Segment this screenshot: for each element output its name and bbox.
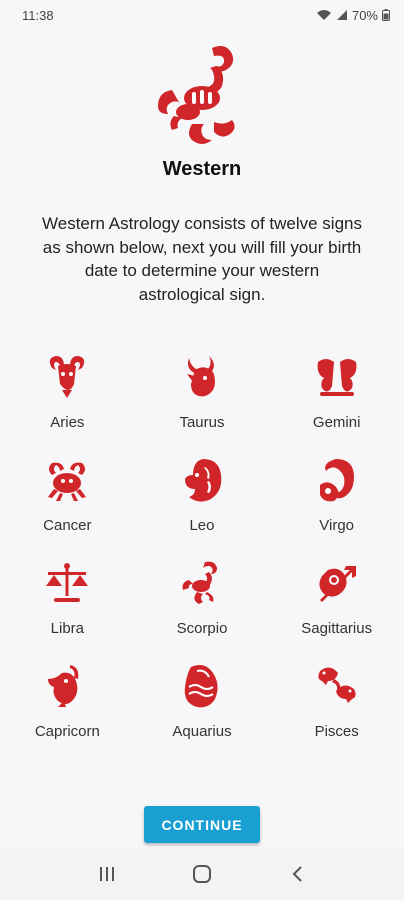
- capricorn-icon: [48, 665, 79, 707]
- signal-icon: [336, 10, 347, 20]
- libra-icon: [46, 563, 89, 602]
- continue-button[interactable]: CONTINUE: [144, 806, 260, 843]
- home-icon: [192, 865, 211, 883]
- page-title: Western: [162, 158, 242, 180]
- home-button[interactable]: [182, 854, 222, 894]
- sign-aquarius[interactable]: Aquarius: [135, 659, 270, 762]
- sign-capricorn[interactable]: Capricorn: [0, 659, 135, 762]
- description-text: Western Astrology consists of twelve sig…: [42, 214, 362, 304]
- sign-label: Aquarius: [172, 723, 232, 740]
- back-button[interactable]: [277, 854, 317, 894]
- battery-icon: [382, 9, 390, 21]
- gemini-icon: [317, 359, 357, 396]
- virgo-icon: [319, 459, 354, 502]
- sign-leo[interactable]: Leo: [135, 453, 270, 556]
- leo-icon: [184, 459, 222, 502]
- sign-taurus[interactable]: Taurus: [135, 350, 270, 453]
- sign-label: Virgo: [319, 517, 355, 534]
- sign-label: Pisces: [314, 723, 359, 740]
- sign-pisces[interactable]: Pisces: [269, 659, 404, 762]
- sign-label: Libra: [50, 620, 84, 637]
- sign-label: Taurus: [179, 414, 225, 431]
- wifi-icon: [316, 10, 331, 20]
- battery-percent: 70%: [351, 7, 378, 23]
- scorpion-icon: [158, 46, 235, 144]
- status-bar: 11:38 70%: [0, 0, 404, 30]
- hero: Western: [0, 40, 404, 181]
- sign-label: Sagittarius: [301, 620, 373, 637]
- sign-label: Gemini: [312, 414, 361, 431]
- sign-sagittarius[interactable]: Sagittarius: [269, 556, 404, 659]
- sagittarius-icon: [319, 566, 356, 602]
- taurus-icon: [186, 356, 215, 397]
- system-nav-bar: [0, 848, 404, 900]
- sign-gemini[interactable]: Gemini: [269, 350, 404, 453]
- sign-label: Leo: [189, 517, 215, 534]
- sign-aries[interactable]: Aries: [0, 350, 135, 453]
- sign-label: Capricorn: [34, 723, 100, 740]
- sign-label: Scorpio: [176, 620, 228, 637]
- sign-label: Cancer: [43, 517, 92, 534]
- sign-scorpio[interactable]: Scorpio: [135, 556, 270, 659]
- status-time: 11:38: [22, 7, 54, 23]
- aquarius-icon: [184, 665, 218, 708]
- sign-virgo[interactable]: Virgo: [269, 453, 404, 556]
- sign-libra[interactable]: Libra: [0, 556, 135, 659]
- pisces-icon: [318, 667, 356, 703]
- recents-button[interactable]: [87, 854, 127, 894]
- sign-label: Aries: [50, 414, 85, 431]
- aries-icon: [50, 356, 85, 398]
- sign-cancer[interactable]: Cancer: [0, 453, 135, 556]
- scorpio-icon: [182, 561, 217, 604]
- zodiac-grid: Aries Taurus Gemini Cancer Leo Virgo Lib…: [0, 350, 404, 762]
- back-icon: [292, 866, 302, 882]
- recents-icon: [100, 867, 115, 881]
- status-icons: 70%: [316, 8, 390, 23]
- cancer-icon: [48, 462, 87, 501]
